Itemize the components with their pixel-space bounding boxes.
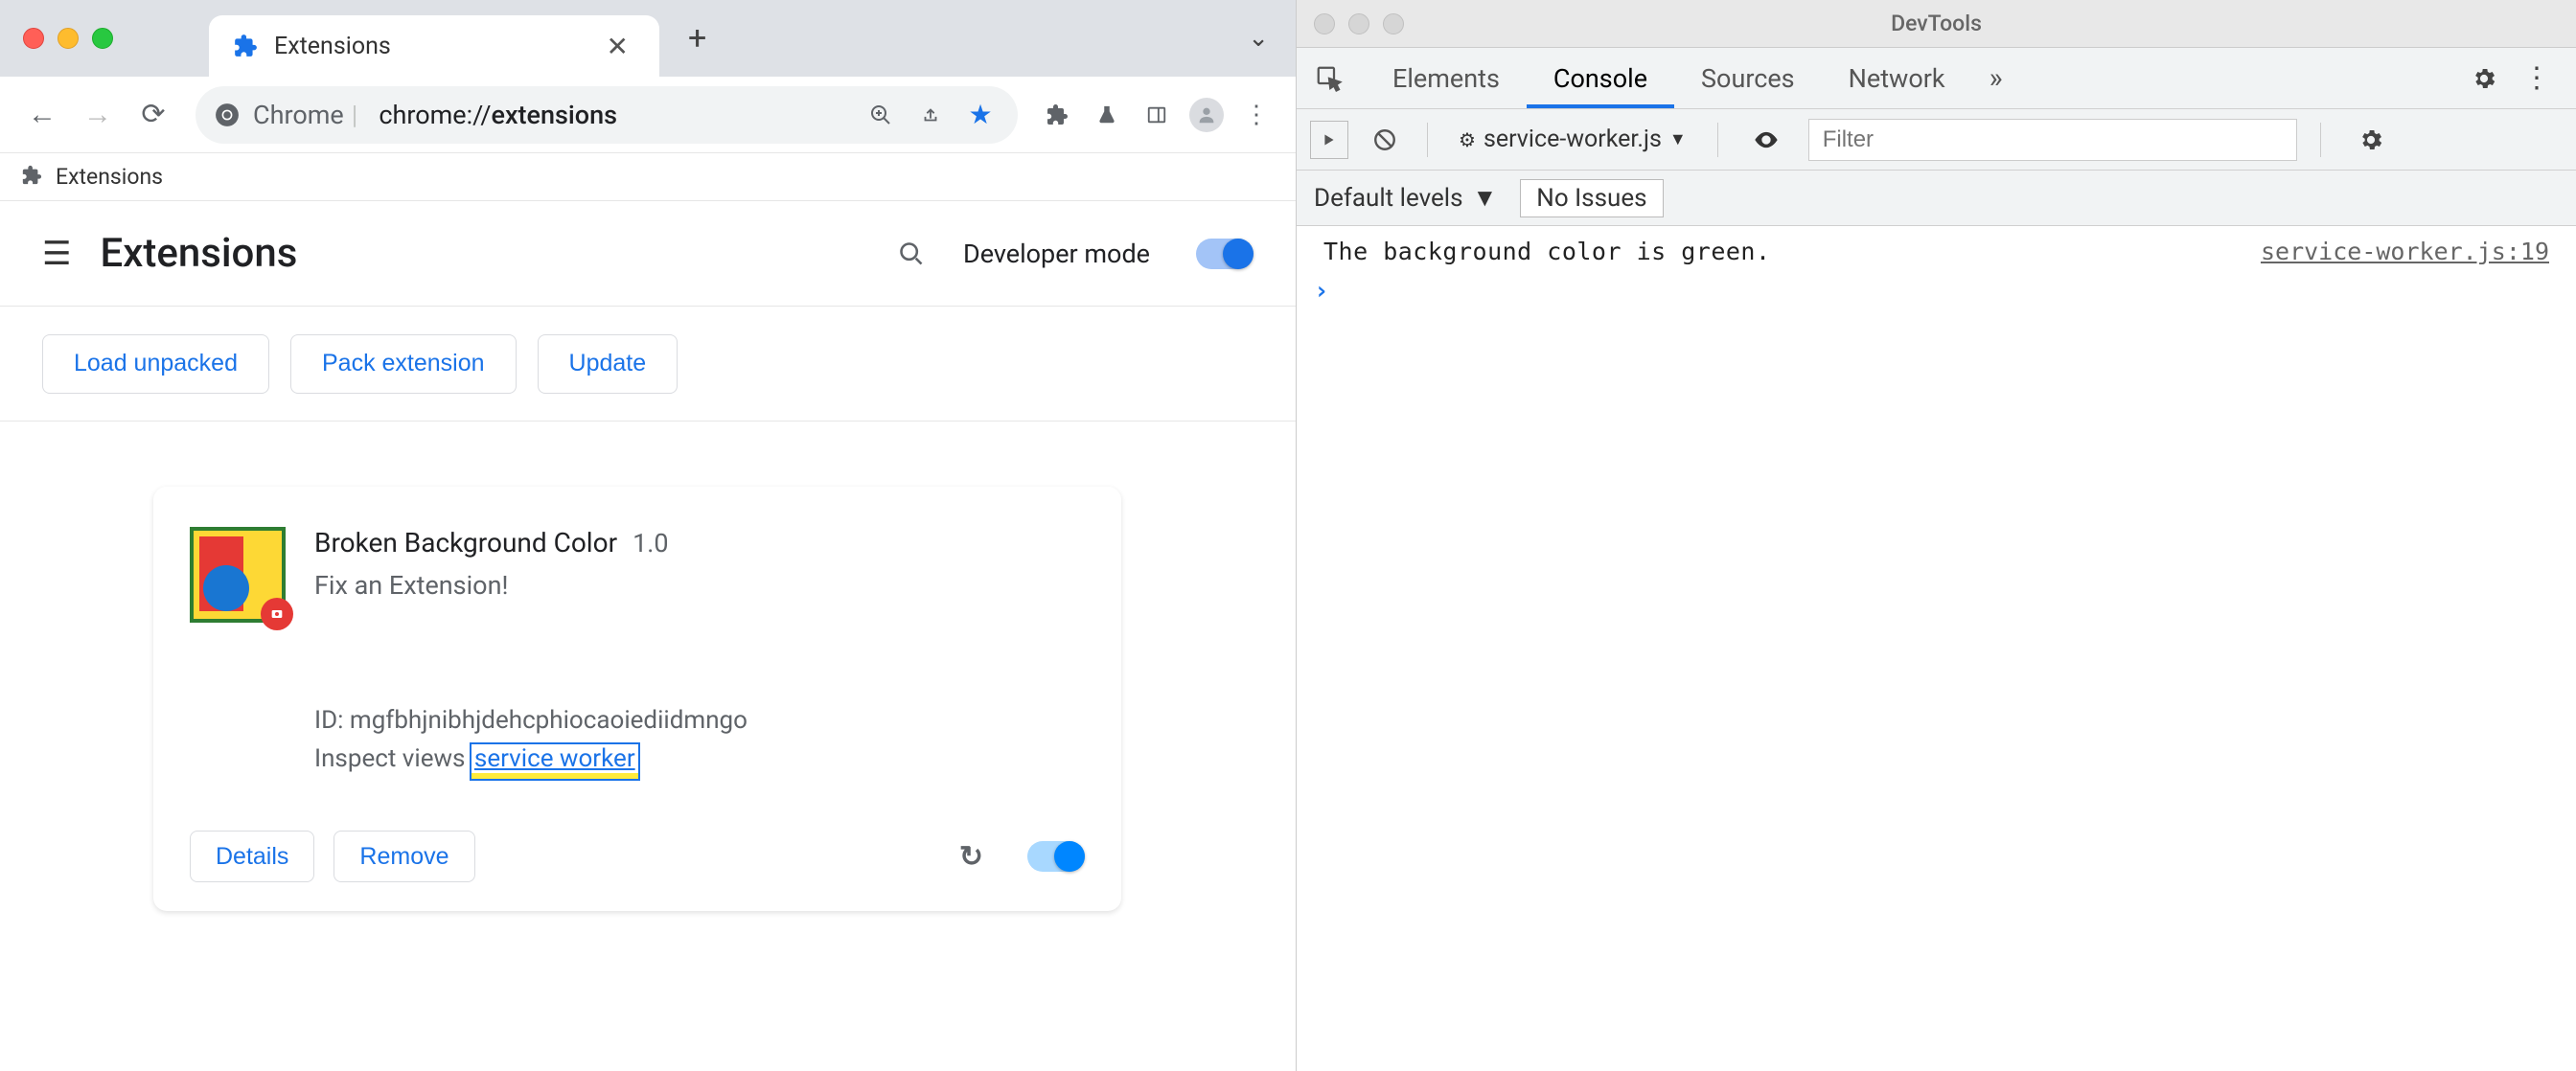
tab-network[interactable]: Network bbox=[1822, 48, 1972, 108]
console-toolbar: ⚙ service-worker.js ▼ bbox=[1297, 109, 2576, 171]
extension-name: Broken Background Color bbox=[314, 527, 617, 558]
url-text: chrome://extensions bbox=[379, 100, 617, 130]
chevron-down-icon: ▼ bbox=[1473, 183, 1498, 213]
url-scheme: Chrome| bbox=[253, 100, 365, 130]
chrome-logo-icon bbox=[215, 103, 240, 127]
devtools-tabbar: Elements Console Sources Network » ⋮ bbox=[1297, 48, 2576, 109]
clear-console-icon[interactable] bbox=[1366, 121, 1404, 159]
update-button[interactable]: Update bbox=[538, 334, 678, 394]
zoom-window-dot[interactable] bbox=[1383, 13, 1404, 34]
bookmark-star-icon[interactable]: ★ bbox=[962, 97, 999, 133]
console-log-source-link[interactable]: service-worker.js:19 bbox=[2261, 238, 2549, 265]
chrome-menu-icon[interactable]: ⋮ bbox=[1238, 97, 1275, 133]
zoom-window-dot[interactable] bbox=[92, 28, 113, 49]
bookmark-label: Extensions bbox=[56, 164, 163, 190]
console-prompt[interactable]: › bbox=[1297, 271, 2576, 311]
back-button[interactable]: ← bbox=[21, 94, 63, 136]
tab-sources[interactable]: Sources bbox=[1674, 48, 1822, 108]
live-expression-eye-icon[interactable] bbox=[1741, 126, 1791, 153]
bookmark-bar: Extensions bbox=[0, 153, 1296, 201]
devtools-menu-icon[interactable]: ⋮ bbox=[2511, 61, 2563, 95]
new-tab-button[interactable]: + bbox=[677, 11, 718, 65]
execution-context-selector[interactable]: ⚙ service-worker.js ▼ bbox=[1451, 125, 1694, 153]
tabstrip: Extensions ✕ + ⌄ bbox=[0, 0, 1296, 77]
console-toolbar-2: Default levels ▼ No Issues bbox=[1297, 171, 2576, 226]
reload-extension-icon[interactable]: ↻ bbox=[959, 840, 983, 874]
developer-mode-label: Developer mode bbox=[963, 239, 1150, 269]
extensions-header: ☰ Extensions Developer mode bbox=[0, 201, 1296, 307]
page-title: Extensions bbox=[100, 230, 869, 277]
details-button[interactable]: Details bbox=[190, 831, 314, 882]
toggle-sidebar-icon[interactable] bbox=[1310, 121, 1348, 159]
share-icon[interactable] bbox=[912, 97, 949, 133]
puzzle-icon bbox=[21, 165, 46, 190]
browser-tab[interactable]: Extensions ✕ bbox=[209, 15, 659, 77]
address-bar[interactable]: Chrome| chrome://extensions ★ bbox=[196, 86, 1018, 144]
gear-icon: ⚙ bbox=[1459, 128, 1476, 151]
extension-version: 1.0 bbox=[632, 528, 668, 558]
log-levels-dropdown[interactable]: Default levels ▼ bbox=[1314, 183, 1497, 213]
devtools-titlebar: DevTools bbox=[1297, 0, 2576, 48]
zoom-icon[interactable] bbox=[862, 97, 899, 133]
labs-flask-icon[interactable] bbox=[1089, 97, 1125, 133]
profile-avatar[interactable] bbox=[1188, 97, 1225, 133]
close-tab-icon[interactable]: ✕ bbox=[599, 31, 636, 62]
close-window-dot[interactable] bbox=[1314, 13, 1335, 34]
extension-list: Broken Background Color 1.0 Fix an Exten… bbox=[0, 422, 1296, 976]
extension-id-row: ID: mgfbhjnibhjdehcphiocaoiediidmngo bbox=[314, 706, 1085, 735]
devtools-traffic-lights bbox=[1314, 13, 1404, 34]
chrome-window: Extensions ✕ + ⌄ ← → ⟳ Chrome| chrome://… bbox=[0, 0, 1296, 1071]
console-log-message: The background color is green. bbox=[1323, 238, 2261, 265]
extension-description: Fix an Extension! bbox=[314, 570, 1085, 601]
filter-input[interactable] bbox=[1808, 119, 2297, 161]
search-icon[interactable] bbox=[898, 240, 925, 267]
pack-extension-button[interactable]: Pack extension bbox=[290, 334, 517, 394]
extension-id-value: mgfbhjnibhjdehcphiocaoiediidmngo bbox=[350, 706, 748, 735]
bookmark-extensions[interactable]: Extensions bbox=[21, 164, 163, 190]
error-badge-icon bbox=[261, 598, 293, 630]
devtools-title: DevTools bbox=[1891, 11, 1982, 36]
extensions-page: ☰ Extensions Developer mode Load unpacke… bbox=[0, 201, 1296, 1071]
window-traffic-lights bbox=[23, 28, 113, 49]
extension-puzzle-icon bbox=[232, 33, 259, 59]
tab-console[interactable]: Console bbox=[1527, 48, 1674, 108]
tab-elements[interactable]: Elements bbox=[1366, 48, 1527, 108]
inspect-element-icon[interactable] bbox=[1310, 59, 1348, 98]
extension-enable-toggle[interactable] bbox=[1027, 841, 1085, 872]
minimize-window-dot[interactable] bbox=[1348, 13, 1369, 34]
service-worker-link[interactable]: service worker bbox=[472, 744, 638, 779]
chevron-down-icon: ▼ bbox=[1669, 129, 1687, 149]
developer-actions-row: Load unpacked Pack extension Update bbox=[0, 307, 1296, 422]
forward-button[interactable]: → bbox=[77, 94, 119, 136]
console-output: The background color is green. service-w… bbox=[1297, 226, 2576, 1071]
remove-button[interactable]: Remove bbox=[334, 831, 474, 882]
extension-icon bbox=[190, 527, 286, 623]
hamburger-menu-icon[interactable]: ☰ bbox=[42, 235, 71, 273]
extension-card: Broken Background Color 1.0 Fix an Exten… bbox=[153, 487, 1121, 911]
devtools-window: DevTools Elements Console Sources Networ… bbox=[1296, 0, 2576, 1071]
issues-button[interactable]: No Issues bbox=[1520, 179, 1663, 217]
settings-gear-icon[interactable] bbox=[2457, 65, 2511, 92]
close-window-dot[interactable] bbox=[23, 28, 44, 49]
more-tabs-icon[interactable]: » bbox=[1972, 61, 2020, 95]
minimize-window-dot[interactable] bbox=[58, 28, 79, 49]
tabs-dropdown-icon[interactable]: ⌄ bbox=[1236, 12, 1280, 64]
inspect-views-row: Inspect views service worker bbox=[314, 744, 1085, 773]
console-log-row: The background color is green. service-w… bbox=[1297, 232, 2576, 271]
side-panel-icon[interactable] bbox=[1138, 97, 1175, 133]
reload-button[interactable]: ⟳ bbox=[132, 94, 174, 136]
extensions-puzzle-icon[interactable] bbox=[1039, 97, 1075, 133]
developer-mode-toggle[interactable] bbox=[1196, 239, 1254, 269]
extension-name-row: Broken Background Color 1.0 bbox=[314, 527, 1085, 558]
browser-toolbar: ← → ⟳ Chrome| chrome://extensions ★ bbox=[0, 77, 1296, 153]
tab-title: Extensions bbox=[274, 33, 584, 60]
load-unpacked-button[interactable]: Load unpacked bbox=[42, 334, 269, 394]
console-settings-gear-icon[interactable] bbox=[2344, 126, 2398, 153]
